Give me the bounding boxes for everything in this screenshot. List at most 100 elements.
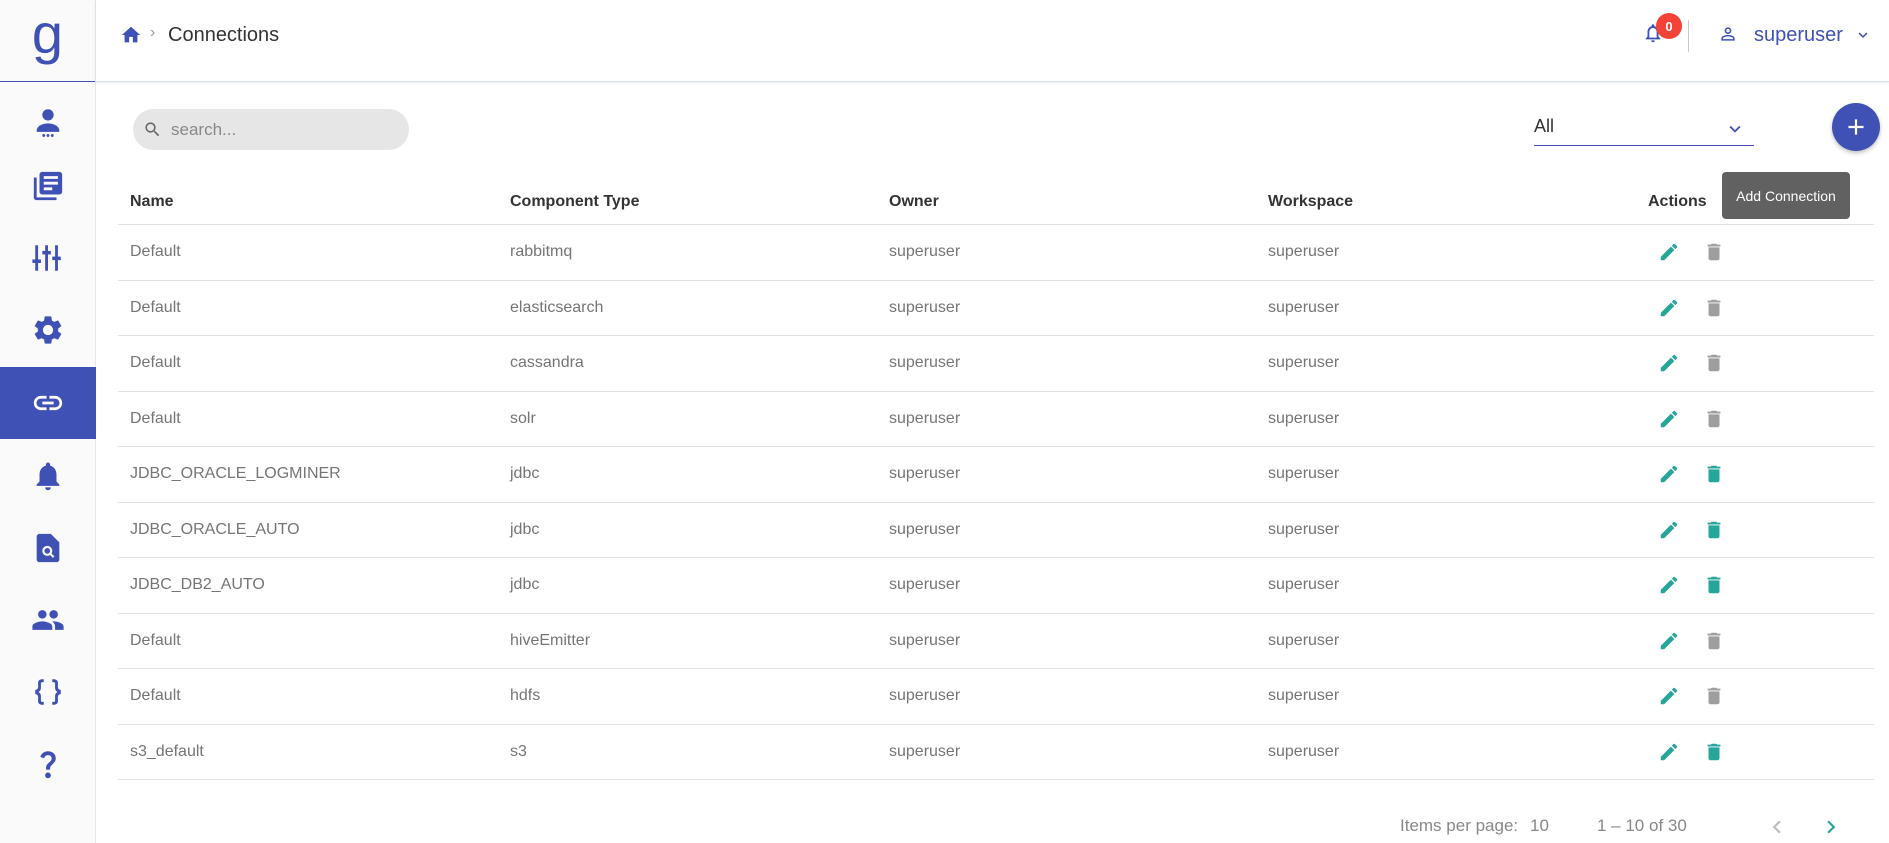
edit-button[interactable] xyxy=(1658,574,1682,598)
edit-button[interactable] xyxy=(1658,741,1682,765)
table-row[interactable]: Default elasticsearch superuser superuser xyxy=(118,281,1874,336)
edit-button[interactable] xyxy=(1658,463,1682,487)
sidebar-item-team[interactable] xyxy=(0,584,96,656)
edit-button[interactable] xyxy=(1658,352,1682,376)
cell-owner: superuser xyxy=(889,631,961,649)
delete-button[interactable] xyxy=(1703,741,1727,765)
column-header-actions: Actions xyxy=(1648,193,1707,210)
cell-workspace: superuser xyxy=(1268,243,1340,260)
column-header-workspace[interactable]: Workspace xyxy=(1268,193,1353,211)
cell-owner: superuser xyxy=(889,687,961,704)
add-connection-button[interactable] xyxy=(1832,103,1880,151)
pencil-icon xyxy=(1660,299,1678,316)
delete-button[interactable] xyxy=(1703,352,1727,376)
table-row[interactable]: JDBC_ORACLE_LOGMINER jdbc superuser superus… xyxy=(118,447,1874,503)
cell-component-type: solr xyxy=(510,409,536,427)
sidebar-item-users[interactable] xyxy=(0,86,96,158)
delete-button[interactable] xyxy=(1703,241,1727,265)
trash-icon xyxy=(1707,743,1721,760)
pencil-icon xyxy=(1660,687,1678,705)
delete-button[interactable] xyxy=(1703,574,1727,598)
library-icon xyxy=(33,171,63,201)
next-page-button[interactable] xyxy=(1818,814,1844,840)
edit-button[interactable] xyxy=(1658,685,1682,709)
table-row[interactable]: Default hdfs superuser superuser xyxy=(118,669,1874,725)
delete-button[interactable] xyxy=(1703,463,1727,487)
table-row[interactable]: JDBC_ORACLE_AUTO jdbc superuser superuser xyxy=(118,503,1874,558)
cell-name: Default xyxy=(130,298,181,316)
edit-button[interactable] xyxy=(1658,297,1682,321)
delete-button[interactable] xyxy=(1703,519,1727,543)
column-header-name[interactable]: Name xyxy=(130,193,174,211)
user-avatar[interactable] xyxy=(1718,24,1740,46)
cell-workspace: superuser xyxy=(1268,631,1340,649)
user-menu-name[interactable]: superuser xyxy=(1754,24,1843,47)
cell-owner: superuser xyxy=(889,465,961,482)
delete-button[interactable] xyxy=(1703,685,1727,709)
cell-name: s3_default xyxy=(130,742,204,760)
app-logo[interactable]: g xyxy=(0,0,95,82)
home-icon xyxy=(121,26,141,43)
cell-component-type: jdbc xyxy=(510,520,540,538)
table-row[interactable]: Default cassandra superuser superuser xyxy=(118,336,1874,392)
delete-button[interactable] xyxy=(1703,297,1727,321)
sidebar-item-inspect[interactable] xyxy=(0,512,96,584)
notification-count-badge: 0 xyxy=(1656,13,1682,39)
cell-component-type: elasticsearch xyxy=(510,298,604,316)
bell-icon xyxy=(36,462,60,491)
column-header-component-type[interactable]: Component Type xyxy=(510,193,639,211)
cell-workspace: superuser xyxy=(1268,298,1340,316)
sidebar: g xyxy=(0,0,96,843)
delete-button[interactable] xyxy=(1703,630,1727,654)
plus-icon xyxy=(1848,119,1864,135)
sidebar-item-help[interactable] xyxy=(0,728,96,800)
edit-button[interactable] xyxy=(1658,519,1682,543)
cell-owner: superuser xyxy=(889,409,961,427)
cell-owner: superuser xyxy=(889,520,961,538)
cell-owner: superuser xyxy=(889,298,961,316)
items-per-page-select[interactable]: 10 xyxy=(1530,816,1549,836)
edit-button[interactable] xyxy=(1658,630,1682,654)
delete-button[interactable] xyxy=(1703,408,1727,432)
pencil-icon xyxy=(1660,521,1678,538)
table-row[interactable]: Default rabbitmq superuser superuser xyxy=(118,225,1874,281)
column-header-owner[interactable]: Owner xyxy=(889,193,939,211)
previous-page-button[interactable] xyxy=(1764,814,1790,840)
filter-selected-value: All xyxy=(1534,116,1555,136)
sidebar-item-alerts[interactable] xyxy=(0,440,96,512)
pencil-icon xyxy=(1660,465,1678,483)
pencil-icon xyxy=(1660,632,1678,649)
cell-name: Default xyxy=(130,354,181,371)
sidebar-item-library[interactable] xyxy=(0,150,96,222)
filter-chevron xyxy=(1724,118,1746,140)
app-root: g › Connections 0 superuser search... Al… xyxy=(0,0,1889,843)
breadcrumb-separator-icon: › xyxy=(150,24,156,41)
search-input[interactable] xyxy=(171,109,399,150)
people-icon xyxy=(32,610,64,630)
trash-icon xyxy=(1707,632,1721,649)
sidebar-item-settings[interactable] xyxy=(0,294,96,366)
cell-workspace: superuser xyxy=(1268,576,1340,593)
table-row[interactable]: s3_default s3 superuser superuser xyxy=(118,725,1874,780)
edit-button[interactable] xyxy=(1658,408,1682,432)
cell-owner: superuser xyxy=(889,742,961,760)
help-icon xyxy=(40,751,56,779)
sidebar-item-connections[interactable] xyxy=(0,367,96,439)
sidebar-item-tune[interactable] xyxy=(0,222,96,294)
cell-workspace: superuser xyxy=(1268,742,1340,760)
table-row[interactable]: Default solr superuser superuser xyxy=(118,392,1874,447)
table-row[interactable]: Default hiveEmitter superuser superuser xyxy=(118,614,1874,669)
logo-text: g xyxy=(31,1,64,65)
cell-name: JDBC_ORACLE_LOGMINER xyxy=(130,465,341,482)
edit-button[interactable] xyxy=(1658,241,1682,265)
table-row[interactable]: JDBC_DB2_AUTO jdbc superuser superuser xyxy=(118,558,1874,614)
pencil-icon xyxy=(1660,354,1678,372)
workspace-filter-select[interactable]: All xyxy=(1534,112,1754,146)
search-doc-icon xyxy=(36,533,60,563)
sidebar-item-code[interactable] xyxy=(0,656,96,728)
braces-icon xyxy=(35,679,61,705)
cell-component-type: jdbc xyxy=(510,465,540,482)
user-menu-toggle[interactable] xyxy=(1854,26,1872,44)
chevron-down-icon xyxy=(1858,32,1868,38)
breadcrumb-home[interactable] xyxy=(120,24,142,46)
